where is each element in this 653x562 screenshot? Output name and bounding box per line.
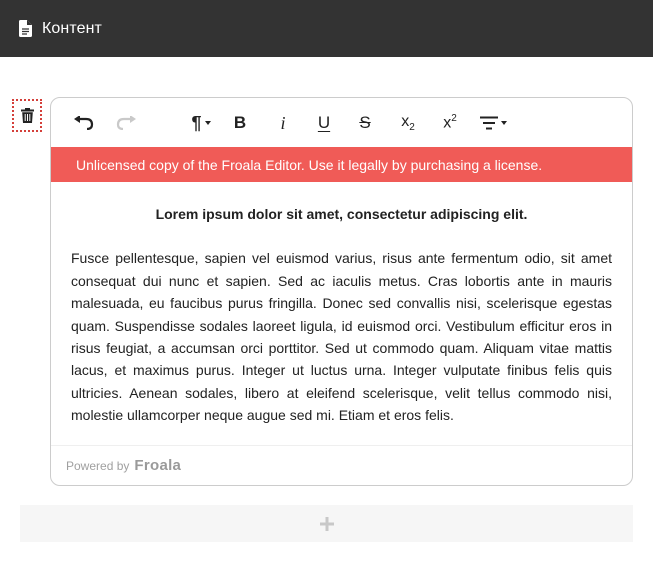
editor-content[interactable]: Lorem ipsum dolor sit amet, consectetur … (71, 203, 612, 427)
plus-icon (319, 516, 334, 531)
subscript-button[interactable]: x2 (396, 110, 420, 136)
redo-button[interactable] (114, 110, 138, 136)
froala-logo: Froala (134, 457, 182, 474)
delete-block-button[interactable] (12, 99, 42, 132)
page-header: Контент (0, 0, 653, 57)
rich-text-editor: ¶ B i U S x2 x2 Unlicensed copy of the F… (50, 97, 633, 486)
content-heading: Lorem ipsum dolor sit amet, consectetur … (155, 206, 528, 222)
redo-icon (115, 116, 137, 130)
editor-toolbar: ¶ B i U S x2 x2 (51, 98, 632, 147)
italic-button[interactable]: i (272, 110, 294, 136)
page-title: Контент (42, 19, 102, 37)
bold-icon: B (233, 113, 247, 132)
superscript-button[interactable]: x2 (438, 110, 462, 136)
underline-icon: U (317, 113, 331, 132)
pilcrow-icon: ¶ (191, 113, 202, 133)
trash-icon (20, 108, 34, 123)
align-icon (479, 116, 498, 130)
underline-button[interactable]: U (313, 110, 335, 136)
undo-icon (73, 116, 95, 130)
italic-icon: i (280, 112, 286, 133)
align-button[interactable] (475, 110, 511, 136)
strikethrough-icon: S (359, 113, 371, 132)
strikethrough-button[interactable]: S (354, 110, 376, 136)
file-icon (19, 20, 32, 37)
license-banner[interactable]: Unlicensed copy of the Froala Editor. Us… (51, 147, 632, 182)
add-block-button[interactable] (20, 505, 633, 542)
chevron-down-icon (500, 121, 507, 125)
subscript-icon: x2 (401, 112, 415, 134)
content-paragraph: Fusce pellentesque, sapien vel euismod v… (71, 250, 612, 424)
chevron-down-icon (204, 121, 211, 125)
superscript-icon: x2 (443, 113, 457, 132)
undo-button[interactable] (72, 110, 96, 136)
powered-by-label: Powered by (66, 458, 130, 473)
powered-by-footer[interactable]: Powered by Froala (51, 445, 632, 485)
bold-button[interactable]: B (229, 110, 251, 136)
paragraph-format-button[interactable]: ¶ (185, 110, 217, 136)
